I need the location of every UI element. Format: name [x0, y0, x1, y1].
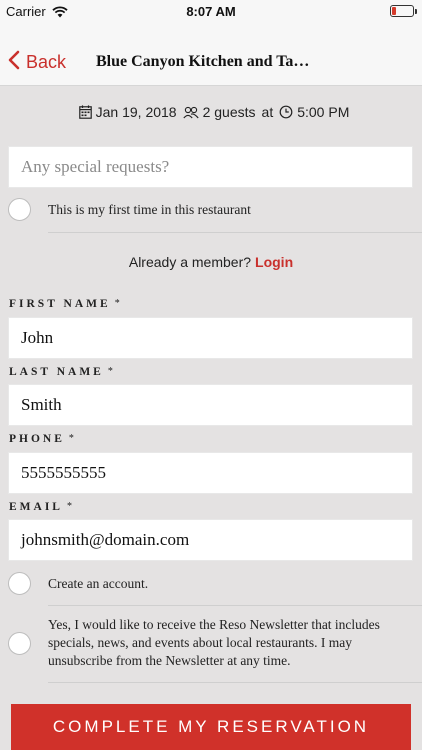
cut-off-heading: ​	[0, 79, 422, 91]
create-account-label: Create an account.	[48, 575, 149, 591]
battery-icon	[390, 5, 417, 17]
calendar-icon	[78, 105, 92, 119]
back-button[interactable]: Back	[8, 50, 66, 75]
reservation-time: 5:00 PM	[297, 104, 350, 120]
complete-reservation-button[interactable]: COMPLETE MY RESERVATION	[11, 704, 411, 750]
member-text: Already a member?	[128, 254, 252, 270]
reservation-at: at	[261, 104, 274, 120]
first-name-label: FIRST NAME *	[9, 298, 120, 310]
email-label: EMAIL *	[9, 501, 72, 513]
page-title: Blue Canyon Kitchen and Ta…	[96, 53, 310, 70]
first-time-option[interactable]: This is my first time in this restaurant	[8, 198, 422, 221]
divider	[48, 605, 422, 606]
back-label: Back	[26, 52, 67, 72]
phone-label: PHONE *	[9, 433, 74, 445]
create-account-radio[interactable]	[8, 572, 31, 595]
chevron-left-icon	[8, 50, 26, 75]
reservation-guests: 2 guests	[202, 104, 256, 120]
required-marker: *	[114, 298, 120, 309]
login-link[interactable]: Login	[255, 254, 293, 270]
required-marker: *	[66, 501, 72, 512]
reservation-summary: Jan 19, 2018 2 guests at 5:00 PM	[0, 104, 422, 120]
newsletter-radio[interactable]	[8, 631, 31, 655]
newsletter-option[interactable]: Yes, I would like to receive the Reso Ne…	[8, 616, 422, 670]
reservation-date: Jan 19, 2018	[95, 104, 177, 120]
create-account-option[interactable]: Create an account.	[8, 572, 422, 595]
first-time-radio[interactable]	[8, 198, 31, 221]
status-time: 8:07 AM	[186, 4, 236, 19]
email-field[interactable]: johnsmith@domain.com	[8, 519, 413, 561]
divider	[48, 682, 422, 683]
clock-icon	[279, 105, 293, 119]
last-name-label: LAST NAME *	[9, 366, 113, 378]
first-time-label: This is my first time in this restaurant	[48, 201, 251, 217]
required-marker: *	[107, 366, 113, 377]
special-requests-input[interactable]: Any special requests?	[8, 146, 413, 188]
divider	[48, 232, 422, 233]
status-bar: Carrier 8:07 AM	[0, 0, 422, 22]
phone-field[interactable]: 5555555555	[8, 452, 413, 494]
first-name-field[interactable]: John	[8, 317, 413, 359]
navigation-bar: Back Blue Canyon Kitchen and Ta…	[0, 22, 422, 86]
last-name-field[interactable]: Smith	[8, 384, 413, 426]
required-marker: *	[68, 433, 74, 444]
newsletter-label: Yes, I would like to receive the Reso Ne…	[48, 617, 380, 668]
guests-icon	[182, 106, 199, 119]
member-prompt: Already a member? Login	[0, 254, 422, 270]
